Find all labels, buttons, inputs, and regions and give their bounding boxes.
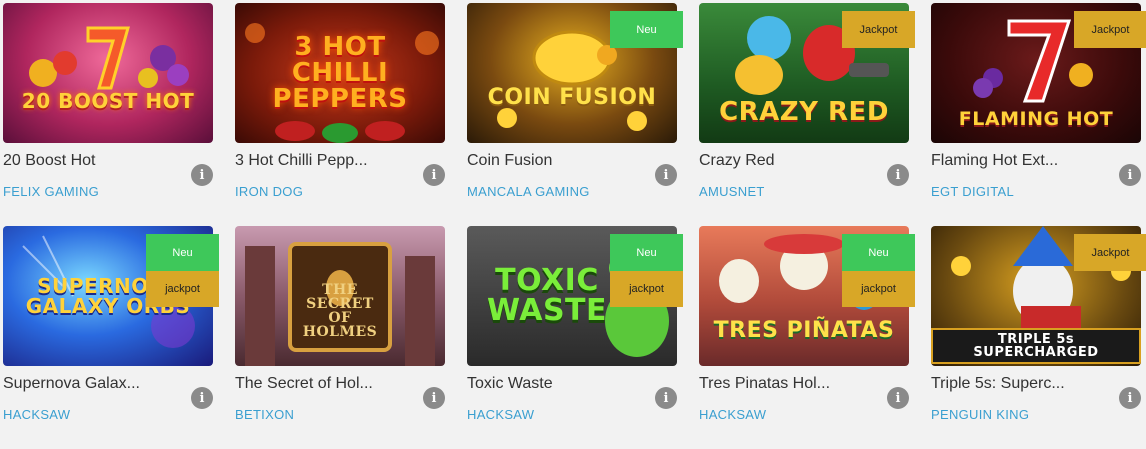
fruit-art-icon: [29, 26, 189, 90]
game-logo: TOXIC WASTE: [486, 263, 608, 328]
game-provider[interactable]: BETIXON: [235, 407, 445, 422]
game-title[interactable]: Tres Pinatas Hol...: [699, 375, 830, 393]
info-icon[interactable]: i: [655, 387, 677, 409]
jackpot-badge: Jackpot: [842, 11, 915, 48]
game-provider[interactable]: IRON DOG: [235, 184, 445, 199]
jackpot-badge: jackpot: [146, 271, 219, 307]
new-badge: Neu: [610, 234, 683, 271]
game-title[interactable]: Crazy Red: [699, 152, 775, 170]
jackpot-badge: jackpot: [842, 271, 915, 307]
game-title[interactable]: 3 Hot Chilli Pepp...: [235, 152, 368, 170]
game-logo: TRIPLE 5s SUPERCHARGED: [931, 328, 1141, 364]
info-icon[interactable]: i: [655, 164, 677, 186]
info-icon[interactable]: i: [1119, 387, 1141, 409]
game-logo: 3 HOT CHILLI PEPPERS: [272, 32, 408, 114]
game-card[interactable]: CRAZY RED Jackpot Crazy Red i AMUSNET: [699, 3, 915, 226]
game-provider[interactable]: HACKSAW: [467, 407, 677, 422]
game-card[interactable]: COIN FUSION Neu Coin Fusion i MANCALA GA…: [467, 3, 683, 226]
game-grid: 20 BOOST HOT 20 Boost Hot i FELIX GAMING…: [3, 3, 1146, 449]
game-title[interactable]: Triple 5s: Superc...: [931, 375, 1065, 393]
game-logo: FLAMING HOT: [958, 107, 1114, 130]
jackpot-badge: Jackpot: [1074, 234, 1146, 271]
game-provider[interactable]: EGT DIGITAL: [931, 184, 1141, 199]
game-card[interactable]: 20 BOOST HOT 20 Boost Hot i FELIX GAMING: [3, 3, 213, 226]
game-provider[interactable]: AMUSNET: [699, 184, 909, 199]
game-card[interactable]: TRES PIÑATAS Neu jackpot Tres Pinatas Ho…: [699, 226, 915, 449]
game-card[interactable]: FLAMING HOT Jackpot Flaming Hot Ext... i…: [931, 3, 1146, 226]
game-logo: 20 BOOST HOT: [21, 89, 195, 113]
game-title[interactable]: 20 Boost Hot: [3, 152, 96, 170]
game-card[interactable]: TRIPLE 5s SUPERCHARGED Jackpot Triple 5s…: [931, 226, 1146, 449]
jackpot-badge: jackpot: [610, 271, 683, 307]
badge-group: Neu jackpot: [146, 234, 219, 307]
game-logo: CRAZY RED: [719, 97, 889, 127]
badge-group: Jackpot: [1074, 11, 1146, 48]
game-thumbnail[interactable]: THE SECRET OF HOLMES: [235, 226, 445, 366]
game-title[interactable]: Coin Fusion: [467, 152, 552, 170]
game-logo: COIN FUSION: [487, 85, 657, 110]
info-icon[interactable]: i: [191, 387, 213, 409]
game-provider[interactable]: FELIX GAMING: [3, 184, 213, 199]
game-title[interactable]: The Secret of Hol...: [235, 375, 373, 393]
game-card[interactable]: SUPERNOVA GALAXY ORBS Neu jackpot Supern…: [3, 226, 219, 449]
game-title[interactable]: Supernova Galax...: [3, 375, 140, 393]
game-provider[interactable]: HACKSAW: [3, 407, 213, 422]
info-icon[interactable]: i: [423, 387, 445, 409]
game-provider[interactable]: MANCALA GAMING: [467, 184, 677, 199]
game-thumbnail[interactable]: 20 BOOST HOT: [3, 3, 213, 143]
new-badge: Neu: [146, 234, 219, 271]
badge-group: Neu: [610, 11, 683, 48]
game-card[interactable]: THE SECRET OF HOLMES The Secret of Hol..…: [235, 226, 445, 449]
badge-group: Jackpot: [1074, 234, 1146, 271]
badge-group: Neu jackpot: [610, 234, 683, 307]
game-card[interactable]: TOXIC WASTE Neu jackpot Toxic Waste i HA…: [467, 226, 683, 449]
new-badge: Neu: [610, 11, 683, 48]
info-icon[interactable]: i: [191, 164, 213, 186]
game-provider[interactable]: HACKSAW: [699, 407, 909, 422]
game-title[interactable]: Toxic Waste: [467, 375, 553, 393]
info-icon[interactable]: i: [887, 387, 909, 409]
badge-group: Neu jackpot: [842, 234, 915, 307]
game-thumbnail[interactable]: 3 HOT CHILLI PEPPERS: [235, 3, 445, 143]
game-logo: THE SECRET OF HOLMES: [302, 282, 378, 340]
info-icon[interactable]: i: [423, 164, 445, 186]
info-icon[interactable]: i: [1119, 164, 1141, 186]
badge-group: Jackpot: [842, 11, 915, 48]
info-icon[interactable]: i: [887, 164, 909, 186]
game-card[interactable]: 3 HOT CHILLI PEPPERS 3 Hot Chilli Pepp..…: [235, 3, 445, 226]
game-logo: TRES PIÑATAS: [713, 318, 895, 343]
game-provider[interactable]: PENGUIN KING: [931, 407, 1141, 422]
new-badge: Neu: [842, 234, 915, 271]
jackpot-badge: Jackpot: [1074, 11, 1146, 48]
game-title[interactable]: Flaming Hot Ext...: [931, 152, 1058, 170]
